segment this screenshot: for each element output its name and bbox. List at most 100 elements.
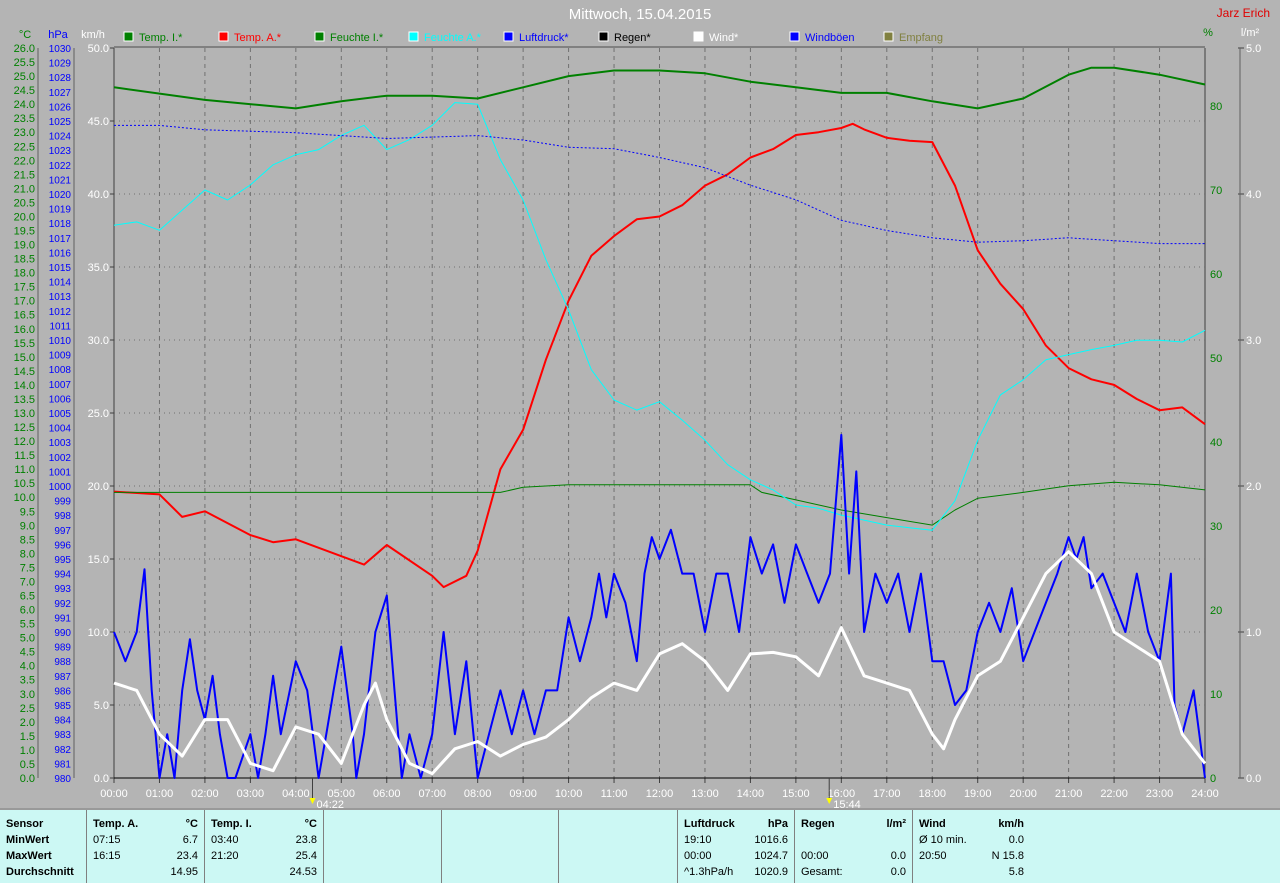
pressure-tick-label: 1006	[49, 394, 72, 405]
legend-swatch	[408, 31, 419, 42]
wind-tick-label: 45.0	[88, 116, 109, 128]
temp-tick-label: 13.0	[14, 408, 35, 420]
temp-a-max-time: 16:15	[93, 850, 121, 862]
temp-tick-label: 20.0	[14, 211, 35, 223]
temp-tick-label: 11.0	[14, 464, 35, 476]
temp-tick-label: 8.5	[20, 534, 35, 546]
legend-label: Luftdruck*	[519, 32, 569, 44]
temp-tick-label: 14.0	[14, 380, 35, 392]
stats-panel: Sensor MinWert MaxWert Durchschnitt Temp…	[0, 808, 1280, 883]
pressure-tick-label: 1002	[49, 453, 72, 464]
temp-tick-label: 16.5	[14, 310, 35, 322]
pressure-unit: hPa	[767, 818, 788, 830]
legend-item-wind: Wind*	[693, 31, 739, 44]
temp-tick-label: 25.5	[14, 57, 35, 69]
temp-tick-label: 24.0	[14, 99, 35, 111]
temp-tick-label: 0.5	[20, 759, 35, 771]
temp-tick-label: 24.5	[14, 85, 35, 97]
humidity-axis-unit: %	[1203, 27, 1213, 39]
stats-empty-1	[324, 810, 442, 883]
humidity-tick-label: 70	[1210, 185, 1222, 197]
temp-i-max-time: 21:20	[211, 850, 239, 862]
pressure-tick-label: 1019	[49, 205, 72, 216]
stats-rain: Regen l/m² 00:00 0.0 Gesamt: 0.0	[795, 810, 913, 883]
humidity-tick-label: 20	[1210, 605, 1222, 617]
pressure-tick-label: 985	[54, 701, 71, 712]
temp-tick-label: 20.5	[14, 197, 35, 209]
pressure-min-time: 19:10	[684, 834, 712, 846]
temp-tick-label: 14.5	[14, 366, 35, 378]
temp-tick-label: 3.0	[20, 689, 35, 701]
temp-tick-label: 4.5	[20, 647, 35, 659]
wind-tick-label: 35.0	[88, 262, 109, 274]
temp-tick-label: 19.0	[14, 240, 35, 252]
pressure-tick-label: 982	[54, 745, 71, 756]
humidity-tick-label: 30	[1210, 521, 1222, 533]
temp-tick-label: 22.5	[14, 141, 35, 153]
temp-tick-label: 17.5	[14, 282, 35, 294]
temp-a-avg: 14.95	[170, 866, 198, 878]
row-label-avg: Durchschnitt	[6, 866, 74, 878]
wind-tick-label: 40.0	[88, 189, 109, 201]
pressure-tick-label: 983	[54, 730, 71, 741]
wind-avg10-label: Ø 10 min.	[919, 834, 967, 846]
stats-empty-3	[559, 810, 678, 883]
temp-tick-label: 0.0	[20, 773, 35, 785]
wind-max-time: 20:50	[919, 850, 947, 862]
wind-unit: km/h	[998, 818, 1024, 830]
temp-tick-label: 2.0	[20, 717, 35, 729]
rain-tick-label: 2.0	[1246, 481, 1261, 493]
pressure-tick-label: 990	[54, 628, 71, 639]
temp-tick-label: 23.5	[14, 113, 35, 125]
pressure-tick-label: 1010	[49, 336, 72, 347]
pressure-tick-label: 1014	[49, 278, 72, 289]
legend-item-temp-i: Temp. I.*	[123, 31, 183, 44]
temp-tick-label: 21.0	[14, 183, 35, 195]
legend-item-feuchte-a: Feuchte A.*	[408, 31, 482, 44]
temp-tick-label: 10.5	[14, 478, 35, 490]
temp-tick-label: 16.0	[14, 324, 35, 336]
temp-a-max: 23.4	[176, 850, 198, 862]
wind-tick-label: 30.0	[88, 335, 109, 347]
pressure-tick-label: 1009	[49, 351, 72, 362]
humidity-tick-label: 40	[1210, 437, 1222, 449]
temp-i-title: Temp. I.	[211, 818, 252, 830]
pressure-tick-label: 1023	[49, 146, 72, 157]
rain-max: 0.0	[890, 850, 906, 862]
legend-item-feuchte-i: Feuchte I.*	[314, 31, 384, 44]
legend-swatch	[693, 31, 704, 42]
legend-swatch	[789, 31, 800, 42]
temp-a-min-time: 07:15	[93, 834, 121, 846]
wind-tick-label: 25.0	[88, 408, 109, 420]
temp-tick-label: 1.0	[20, 745, 35, 757]
x-tick-label: 10:00	[555, 788, 583, 800]
legend-swatch	[503, 31, 514, 42]
temp-tick-label: 4.0	[20, 661, 35, 673]
stats-temp-a: Temp. A. °C 07:15 6.7 16:15 23.4 14.95	[87, 810, 205, 883]
legend-label: Wind*	[709, 32, 739, 44]
temp-tick-label: 7.0	[20, 576, 35, 588]
pressure-tick-label: 986	[54, 686, 71, 697]
legend-swatch	[123, 31, 134, 42]
temp-tick-label: 23.0	[14, 127, 35, 139]
pressure-tick-label: 1004	[49, 424, 72, 435]
legend-label: Windböen	[805, 32, 855, 44]
x-tick-label: 19:00	[964, 788, 992, 800]
rain-title: Regen	[801, 818, 835, 830]
temp-tick-label: 13.5	[14, 394, 35, 406]
x-tick-label: 09:00	[509, 788, 537, 800]
wind-tick-label: 50.0	[88, 43, 109, 55]
temp-tick-label: 18.0	[14, 268, 35, 280]
temp-axis-unit: °C	[19, 29, 31, 41]
legend-item-empfang: Empfang	[883, 31, 943, 44]
rain-tick-label: 4.0	[1246, 189, 1261, 201]
legend-swatch	[883, 31, 894, 42]
pressure-tick-label: 1026	[49, 102, 72, 113]
x-tick-label: 03:00	[237, 788, 265, 800]
legend-swatch	[218, 31, 229, 42]
humidity-tick-label: 50	[1210, 353, 1222, 365]
pressure-tick-label: 996	[54, 540, 71, 551]
pressure-tick-label: 989	[54, 643, 71, 654]
legend-item-luftdruck: Luftdruck*	[503, 31, 569, 44]
pressure-tick-label: 993	[54, 584, 71, 595]
